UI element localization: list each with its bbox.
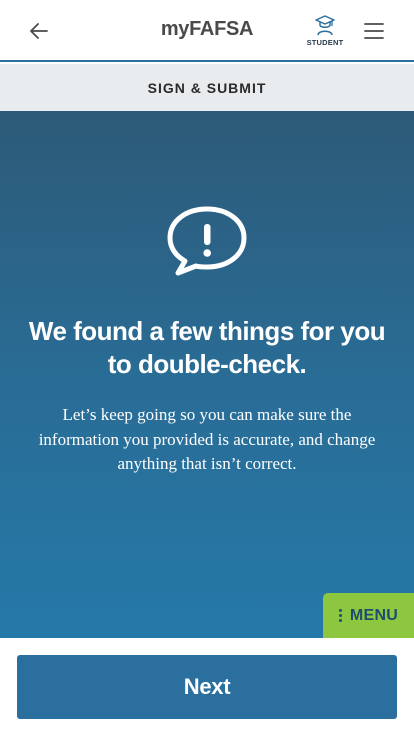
menu-label: MENU [349, 606, 399, 624]
student-label: STUDENT [306, 38, 344, 47]
student-button[interactable]: STUDENT [304, 14, 346, 54]
hamburger-menu-button[interactable] [360, 18, 388, 44]
alert-body: Let’s keep going so you can make sure th… [38, 405, 376, 473]
speech-bubble-exclamation-icon [167, 206, 247, 276]
next-button[interactable]: Next [17, 655, 397, 719]
alert-heading: We found a few things for you to double-… [28, 316, 386, 379]
app-title: myFAFSA [160, 18, 254, 40]
menu-button[interactable]: MENU [323, 593, 414, 638]
top-header: myFAFSA STUDENT [0, 0, 414, 62]
section-title: SIGN & SUBMIT [0, 64, 414, 111]
footer: Next [0, 638, 414, 736]
vertical-dots-icon [338, 609, 342, 622]
graduation-cap-student-icon [315, 15, 335, 36]
hamburger-menu-icon [364, 23, 384, 39]
main-content: We found a few things for you to double-… [0, 111, 414, 638]
